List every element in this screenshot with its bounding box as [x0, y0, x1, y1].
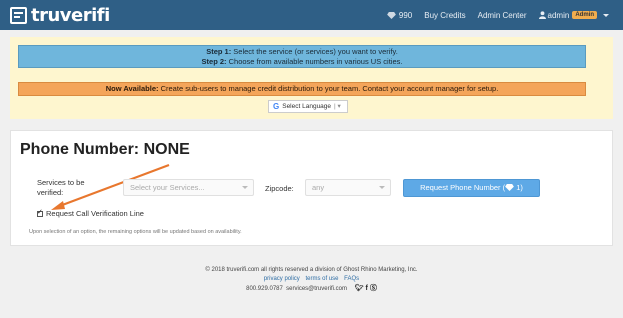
announcement-label: Now Available: — [105, 84, 159, 93]
username: admin — [547, 10, 570, 20]
contact-phone: 800.929.0787 — [246, 286, 283, 293]
faqs-link[interactable]: FAQs — [344, 276, 359, 282]
request-button-label: Request Phone Number ( — [420, 183, 506, 192]
availability-hint: Upon selection of an option, the remaini… — [29, 229, 242, 235]
chevron-down-icon — [242, 186, 248, 189]
copyright: © 2018 truverifi.com all rights reserved… — [205, 267, 418, 273]
page-title: Phone Number: NONE — [20, 141, 190, 158]
brand-logo[interactable]: truverifi — [10, 4, 110, 26]
notice-panel: Step 1: Select the service (or services)… — [10, 37, 613, 119]
request-phone-number-button[interactable]: Request Phone Number ( 1) — [403, 179, 540, 197]
google-icon: G — [273, 102, 280, 111]
credits-display[interactable]: 990 — [387, 11, 412, 20]
language-label: Select Language — [282, 103, 332, 110]
services-label: Services to be verified: — [37, 178, 85, 197]
facebook-icon[interactable]: f — [366, 284, 368, 293]
diamond-icon — [505, 184, 515, 191]
terms-of-use-link[interactable]: terms of use — [305, 276, 338, 282]
language-selector[interactable]: G Select Language | ▾ — [268, 100, 348, 113]
brand-name: truverifi — [31, 4, 110, 26]
user-menu[interactable]: admin Admin — [538, 10, 609, 20]
buy-credits-link[interactable]: Buy Credits — [424, 11, 465, 20]
call-verification-option[interactable]: Request Call Verification Line — [37, 208, 144, 218]
user-icon — [538, 11, 546, 19]
step1-text: Select the service (or services) you wan… — [231, 47, 398, 56]
privacy-policy-link[interactable]: privacy policy — [264, 276, 300, 282]
twitter-icon[interactable]: 🐦︎ — [355, 284, 364, 293]
step2-text: Choose from available numbers in various… — [226, 57, 403, 66]
chevron-down-icon — [379, 186, 385, 189]
zipcode-select[interactable]: any — [305, 179, 391, 196]
announcement-banner: Now Available: Create sub-users to manag… — [18, 82, 586, 96]
chevron-down-icon: | ▾ — [334, 103, 341, 110]
call-verification-checkbox[interactable] — [37, 208, 43, 217]
services-select[interactable]: Select your Services... — [123, 179, 254, 196]
chevron-down-icon — [603, 13, 609, 17]
phone-number-card: Phone Number: NONE Services to be verifi… — [10, 130, 613, 246]
contact-email[interactable]: services@truverifi.com — [286, 286, 347, 292]
step2-label: Step 2: — [201, 57, 227, 66]
announcement-text: Create sub-users to manage credit distri… — [158, 84, 499, 93]
top-navbar: truverifi 990 Buy Credits Admin Center a… — [0, 0, 623, 30]
footer: © 2018 truverifi.com all rights reserved… — [0, 266, 623, 294]
admin-center-link[interactable]: Admin Center — [478, 11, 527, 20]
step1-label: Step 1: — [206, 47, 232, 56]
call-verification-label: Request Call Verification Line — [46, 209, 144, 218]
steps-banner: Step 1: Select the service (or services)… — [18, 45, 586, 68]
zipcode-value: any — [312, 183, 325, 192]
credits-count: 990 — [398, 10, 413, 20]
role-badge: Admin — [572, 11, 597, 19]
request-button-count: 1) — [516, 183, 523, 192]
diamond-icon — [387, 11, 396, 19]
skype-icon[interactable]: Ⓢ — [370, 284, 377, 293]
nav-menu: 990 Buy Credits Admin Center admin Admin — [375, 0, 609, 30]
social-links: 🐦︎ f Ⓢ — [353, 284, 377, 293]
services-placeholder: Select your Services... — [130, 183, 205, 192]
logo-icon — [10, 6, 27, 24]
zipcode-label: Zipcode: — [265, 184, 294, 193]
